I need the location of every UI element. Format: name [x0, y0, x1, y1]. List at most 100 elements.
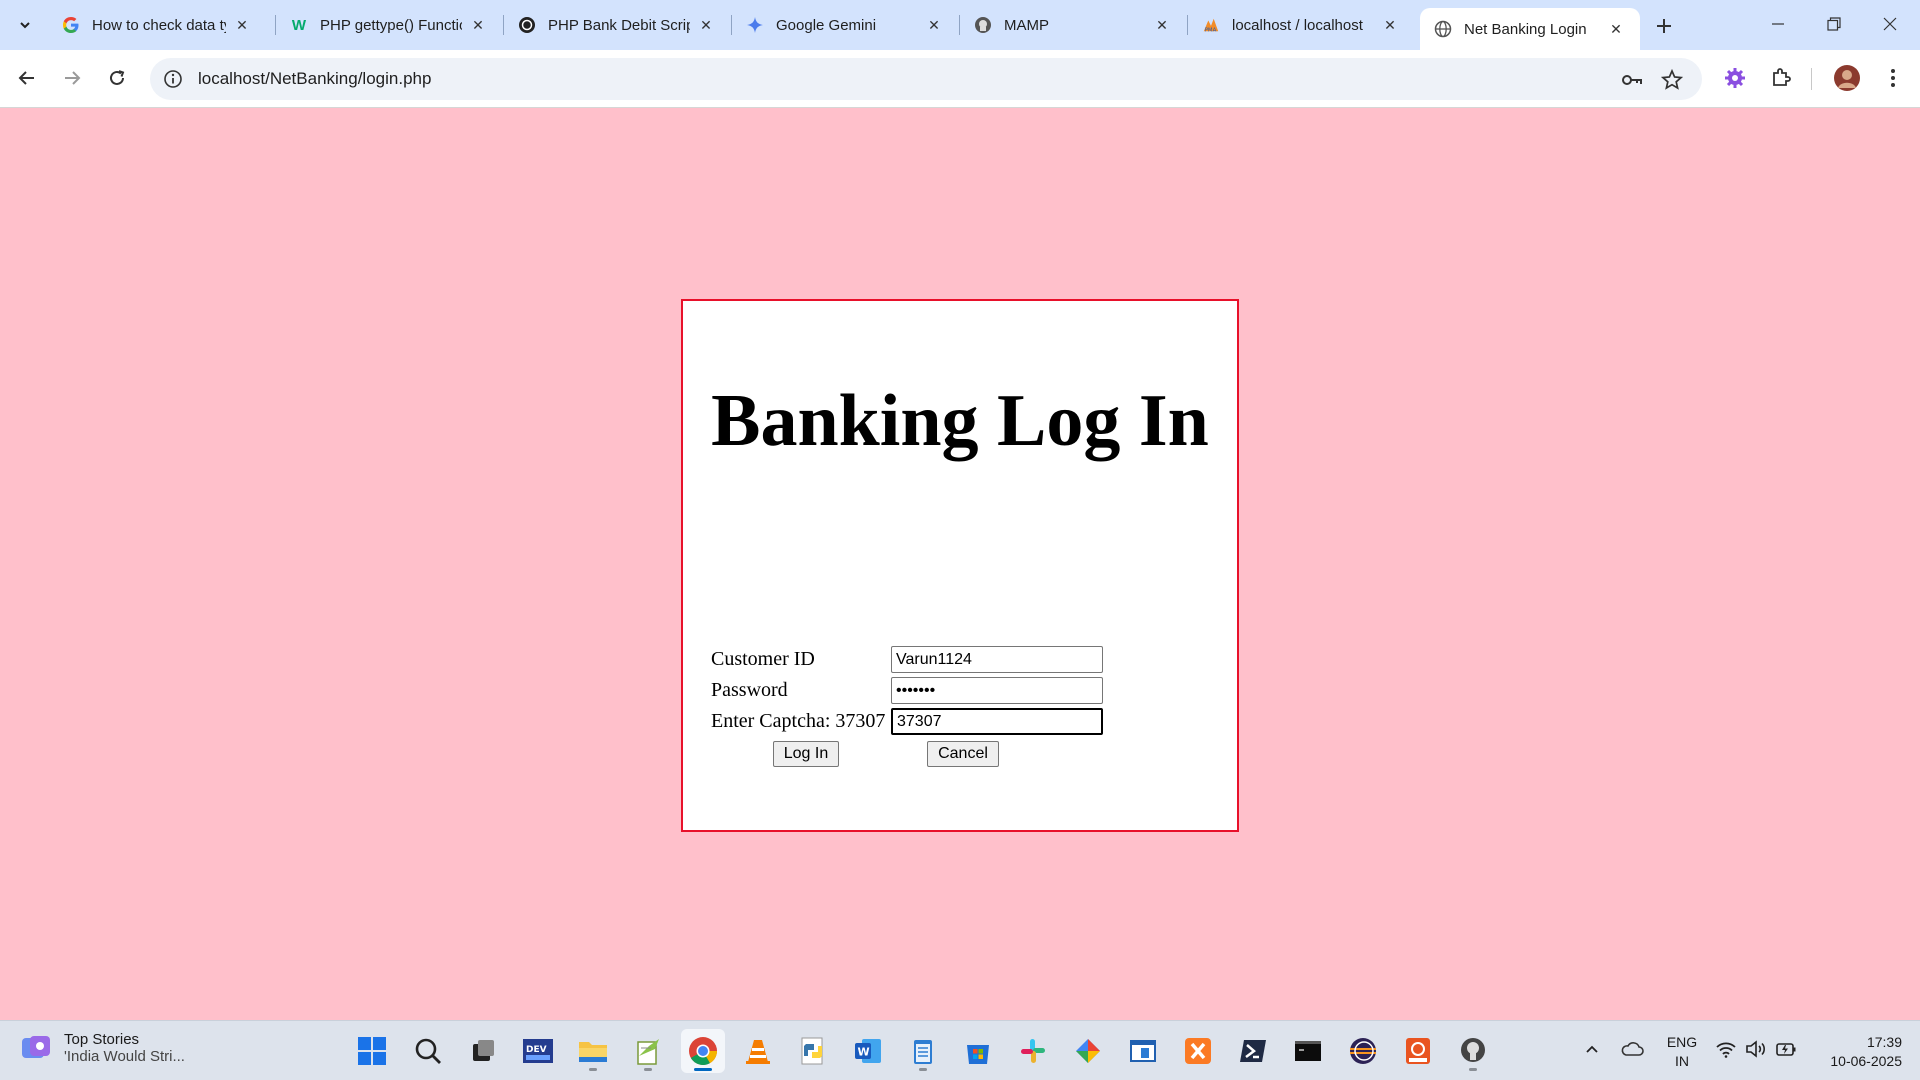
close-tab-icon[interactable]: ✕	[468, 15, 488, 35]
toolbar-separator	[1811, 68, 1812, 90]
battery-tray[interactable]	[1772, 1035, 1800, 1063]
language-code: ENG	[1666, 1034, 1698, 1050]
key-icon[interactable]	[1620, 68, 1644, 92]
taskbar-app-notepadpp[interactable]	[626, 1029, 670, 1073]
wifi-tray[interactable]	[1712, 1035, 1740, 1063]
taskbar-app-notepad[interactable]	[901, 1029, 945, 1073]
vlc-icon	[746, 1040, 770, 1064]
folder-icon	[579, 1042, 607, 1062]
close-tab-icon[interactable]: ✕	[696, 15, 716, 35]
onedrive-tray[interactable]	[1618, 1035, 1646, 1063]
tab-google-gemini[interactable]: Google Gemini ✕	[732, 8, 958, 42]
svg-text:DEV: DEV	[526, 1045, 547, 1055]
w3-icon: W	[291, 16, 307, 34]
reload-button[interactable]	[100, 61, 134, 95]
tab-php-gettype[interactable]: W PHP gettype() Functio ✕	[276, 8, 502, 42]
tab-search-button[interactable]	[10, 10, 40, 40]
clock[interactable]: 17:39 10-06-2025	[1812, 1033, 1902, 1071]
cloud-icon	[1621, 1042, 1644, 1056]
menu-kebab-icon[interactable]	[1878, 63, 1908, 93]
region-code: IN	[1675, 1053, 1689, 1069]
tab-net-banking-login[interactable]: Net Banking Login ✕	[1420, 8, 1640, 50]
tab-title: localhost / localhost	[1232, 16, 1363, 34]
chrome-icon	[689, 1037, 717, 1065]
tab-title: PHP Bank Debit Scrip	[548, 16, 690, 34]
extensions-puzzle-icon[interactable]	[1766, 63, 1796, 93]
taskbar-app-word[interactable]: W	[846, 1029, 890, 1073]
address-bar[interactable]: localhost/NetBanking/login.php	[150, 58, 1702, 100]
running-indicator	[694, 1068, 712, 1071]
running-indicator	[919, 1068, 927, 1071]
taskbar-app-ubuntu[interactable]	[1396, 1029, 1440, 1073]
customer-id-label: Customer ID	[711, 648, 815, 670]
news-widget[interactable]: Top Stories 'India Would Stri...	[20, 1031, 185, 1065]
eclipse-icon	[1350, 1038, 1376, 1064]
tab-check-data-type[interactable]: How to check data ty ✕	[48, 8, 266, 42]
window-app-icon	[1130, 1040, 1156, 1062]
tab-title: Google Gemini	[776, 16, 877, 34]
password-row: Password	[709, 675, 1103, 706]
captcha-label: Enter Captcha: 37307	[711, 710, 886, 732]
minimize-button[interactable]	[1750, 0, 1806, 48]
notepad-icon	[914, 1040, 932, 1064]
password-input[interactable]	[891, 677, 1103, 704]
taskbar-app-mamp[interactable]	[1451, 1029, 1495, 1073]
taskbar-app-terminal[interactable]	[1286, 1029, 1330, 1073]
tab-title: Net Banking Login	[1464, 20, 1587, 38]
back-button[interactable]	[10, 61, 44, 95]
bookmark-star-icon[interactable]	[1660, 68, 1684, 92]
tab-phpmyadmin[interactable]: PMA localhost / localhost ✕	[1188, 8, 1414, 42]
login-button[interactable]: Log In	[773, 741, 839, 767]
mamp-icon	[974, 16, 992, 34]
close-tab-icon[interactable]: ✕	[232, 15, 252, 35]
taskbar-app-powershell[interactable]	[1231, 1029, 1275, 1073]
task-view-button[interactable]	[461, 1029, 505, 1073]
python-file-icon	[801, 1037, 823, 1065]
tab-php-bank-debit[interactable]: PHP Bank Debit Scrip ✕	[504, 8, 730, 42]
taskbar-app-xampp[interactable]	[1176, 1029, 1220, 1073]
forward-button[interactable]	[55, 61, 89, 95]
close-window-button[interactable]	[1862, 0, 1918, 48]
show-hidden-icons-button[interactable]	[1578, 1035, 1606, 1063]
close-tab-icon[interactable]: ✕	[1380, 15, 1400, 35]
taskbar: Top Stories 'India Would Stri... DEV W E…	[0, 1020, 1920, 1080]
customer-id-input[interactable]	[891, 646, 1103, 673]
profile-avatar[interactable]	[1832, 63, 1862, 93]
taskbar-app-sandbox[interactable]	[1121, 1029, 1165, 1073]
close-tab-icon[interactable]: ✕	[924, 15, 944, 35]
taskbar-app-slack[interactable]	[1011, 1029, 1055, 1073]
taskbar-app-python[interactable]	[791, 1029, 835, 1073]
speaker-icon	[1746, 1040, 1765, 1058]
taskbar-app-store[interactable]	[956, 1029, 1000, 1073]
site-info-icon[interactable]	[162, 68, 184, 90]
taskbar-app-gemini[interactable]	[1066, 1029, 1110, 1073]
start-button[interactable]	[350, 1029, 394, 1073]
language-indicator[interactable]: ENG IN	[1662, 1033, 1702, 1071]
restore-button[interactable]	[1806, 0, 1862, 48]
widget-subtitle: 'India Would Stri...	[64, 1048, 185, 1065]
extension-gear-icon[interactable]	[1720, 63, 1750, 93]
captcha-input[interactable]	[891, 708, 1103, 735]
tab-mamp[interactable]: MAMP ✕	[960, 8, 1186, 42]
cancel-button[interactable]: Cancel	[927, 741, 999, 767]
taskbar-app-devcpp[interactable]: DEV	[516, 1029, 560, 1073]
google-icon	[62, 16, 80, 34]
taskbar-app-eclipse[interactable]	[1341, 1029, 1385, 1073]
svg-text:W: W	[858, 1046, 870, 1059]
tab-title: How to check data ty	[92, 16, 226, 34]
taskbar-app-chrome[interactable]	[681, 1029, 725, 1073]
taskbar-app-file-explorer[interactable]	[571, 1029, 615, 1073]
chatgpt-icon	[518, 16, 536, 34]
ubuntu-icon	[1406, 1038, 1430, 1064]
close-tab-icon[interactable]: ✕	[1152, 15, 1172, 35]
widgets-icon	[22, 1036, 50, 1058]
taskbar-app-vlc[interactable]	[736, 1029, 780, 1073]
word-icon: W	[855, 1039, 881, 1063]
search-button[interactable]	[406, 1029, 450, 1073]
notepad-plus-plus-icon	[637, 1039, 659, 1065]
volume-tray[interactable]	[1742, 1035, 1770, 1063]
new-tab-button[interactable]	[1650, 12, 1678, 40]
terminal-icon	[1295, 1041, 1321, 1061]
close-tab-icon[interactable]: ✕	[1606, 19, 1626, 39]
reload-icon	[110, 70, 125, 85]
